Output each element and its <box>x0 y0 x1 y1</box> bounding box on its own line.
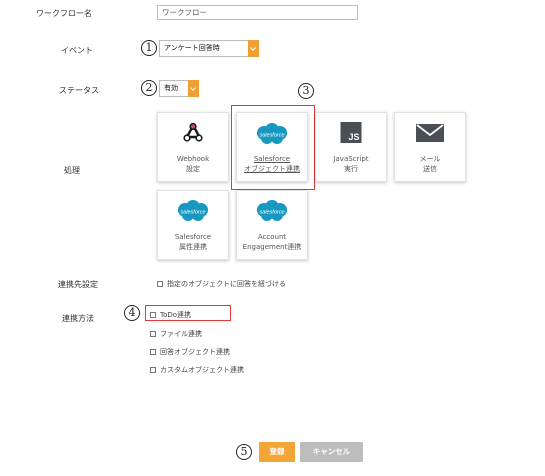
mail-card[interactable]: メール 送信 <box>394 112 466 182</box>
webhook-card-subtitle: 設定 <box>186 164 200 173</box>
javascript-icon: JS <box>340 122 362 143</box>
marker-3: 3 <box>298 83 314 99</box>
link-destination-option: 指定のオブジェクトに回答を紐づける <box>167 280 286 288</box>
link-method-option-file[interactable]: ファイル連携 <box>150 329 202 339</box>
link-destination-label: 連携先設定 <box>58 280 98 289</box>
account-engagement-card-subtitle: Engagement連携 <box>242 242 302 251</box>
register-button[interactable]: 登録 <box>259 442 295 462</box>
workflow-name-input[interactable]: ワークフロー <box>157 5 358 20</box>
marker-5: 5 <box>236 444 252 460</box>
cancel-button[interactable]: キャンセル <box>300 442 363 462</box>
webhook-icon <box>182 122 204 144</box>
processing-label: 処理 <box>64 166 80 175</box>
chevron-down-icon <box>188 80 199 97</box>
marker-2: 2 <box>141 80 157 96</box>
event-select-value: アンケート回答時 <box>164 44 220 52</box>
marker-1: 1 <box>141 40 157 56</box>
status-select-value: 有効 <box>164 84 178 92</box>
event-select[interactable]: アンケート回答時 <box>159 40 259 57</box>
salesforce-icon: salesforce <box>253 199 291 227</box>
webhook-card[interactable]: Webhook 設定 <box>157 112 229 182</box>
checkbox[interactable] <box>150 366 156 373</box>
mail-card-title: メール <box>419 155 441 163</box>
option-label: ToDo連携 <box>160 311 192 319</box>
salesforce-logo-text: salesforce <box>180 210 205 216</box>
account-engagement-card-title: Account <box>257 233 287 241</box>
checkbox[interactable] <box>150 311 156 318</box>
account-engagement-card[interactable]: salesforce Account Engagement連携 <box>236 190 308 260</box>
marker-4: 4 <box>124 305 140 321</box>
webhook-card-title: Webhook <box>176 155 210 163</box>
javascript-card-subtitle: 実行 <box>344 164 358 173</box>
link-method-option-todo[interactable]: ToDo連携 <box>150 310 191 320</box>
event-label: イベント <box>61 46 93 55</box>
workflow-name-label: ワークフロー名 <box>36 9 92 18</box>
option-label: カスタムオブジェクト連携 <box>160 366 244 374</box>
salesforce-attribute-card[interactable]: salesforce Salesforce 属性連携 <box>157 190 229 260</box>
salesforce-attribute-card-title: Salesforce <box>174 233 212 241</box>
mail-card-subtitle: 送信 <box>423 164 437 173</box>
option-label: ファイル連携 <box>160 330 202 338</box>
status-label: ステータス <box>59 86 99 95</box>
checkbox[interactable] <box>150 330 156 337</box>
link-destination-checkbox-row[interactable]: 指定のオブジェクトに回答を紐づける <box>157 279 286 289</box>
link-method-label: 連携方法 <box>62 314 94 323</box>
chevron-down-icon <box>248 40 259 57</box>
checkbox[interactable] <box>150 348 156 355</box>
highlight-box-salesforce-object <box>231 105 315 190</box>
salesforce-icon: salesforce <box>174 199 212 227</box>
checkbox[interactable] <box>157 280 163 287</box>
mail-icon <box>416 124 444 142</box>
option-label: 回答オブジェクト連携 <box>160 348 230 356</box>
salesforce-attribute-card-subtitle: 属性連携 <box>179 242 207 251</box>
link-method-option-answer-object[interactable]: 回答オブジェクト連携 <box>150 347 230 357</box>
javascript-card[interactable]: JS JavaScript 実行 <box>315 112 387 182</box>
status-select[interactable]: 有効 <box>159 80 199 97</box>
javascript-card-title: JavaScript <box>333 155 369 163</box>
javascript-logo-text: JS <box>348 132 360 142</box>
link-method-option-custom-object[interactable]: カスタムオブジェクト連携 <box>150 365 244 375</box>
salesforce-logo-text: salesforce <box>259 210 284 216</box>
